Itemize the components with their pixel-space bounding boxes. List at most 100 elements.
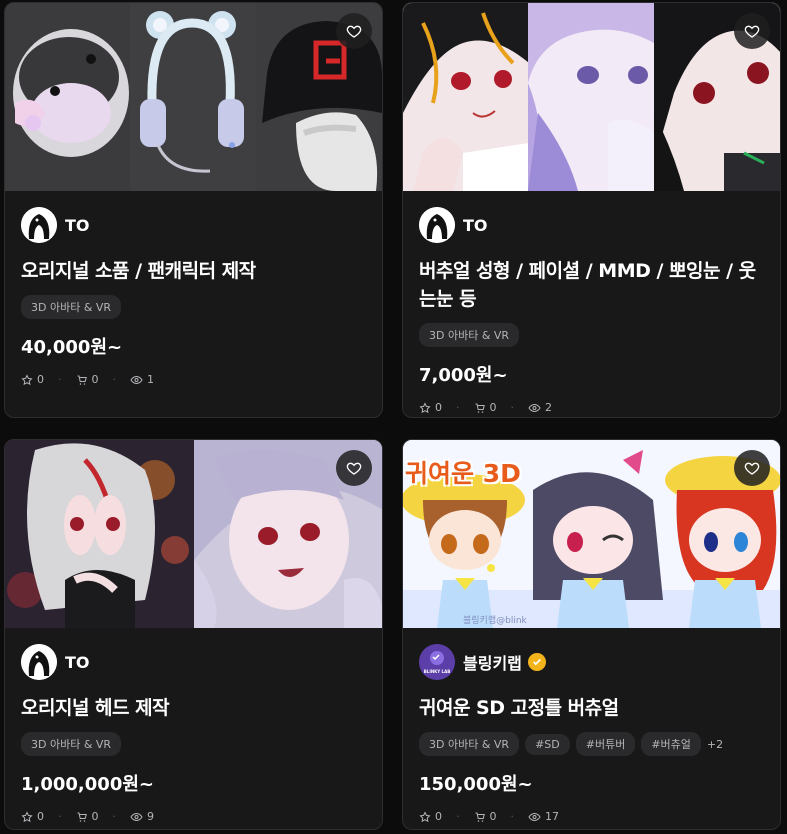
favorite-button[interactable]: [734, 450, 770, 486]
more-tags-count[interactable]: +2: [707, 738, 723, 751]
thumbnail-anime-black-hair: [403, 3, 529, 191]
category-tag[interactable]: 3D 아바타 & VR: [419, 732, 520, 756]
product-thumbnail[interactable]: 귀여운 3D 블링키랩@blink: [403, 440, 780, 628]
tag-list: 3D 아바타 & VR: [21, 732, 366, 756]
thumbnail-ghost-plush: [5, 3, 131, 191]
likes-count: 0: [37, 810, 44, 823]
penguin-logo-icon: [419, 207, 455, 243]
views-stat: 9: [130, 810, 154, 823]
cart-count: 0: [91, 373, 99, 386]
cart-stat: 0: [76, 810, 99, 823]
cart-stat: 0: [474, 810, 497, 823]
likes-count: 0: [37, 373, 44, 386]
likes-count: 0: [435, 810, 442, 823]
product-title[interactable]: 오리지널 소품 / 팬캐릭터 제작: [21, 257, 366, 285]
hashtag[interactable]: #SD: [525, 733, 570, 755]
product-card[interactable]: TO 오리지널 소품 / 팬캐릭터 제작 3D 아바타 & VR 40,000원…: [4, 2, 383, 418]
views-count: 1: [147, 373, 154, 386]
product-card[interactable]: TO 오리지널 헤드 제작 3D 아바타 & VR 1,000,000원~ 0 …: [4, 439, 383, 830]
cart-count: 0: [489, 810, 497, 823]
product-title[interactable]: 귀여운 SD 고정틀 버츄얼: [419, 694, 764, 722]
seller-info[interactable]: TO: [21, 644, 366, 680]
cart-stat: 0: [76, 373, 99, 386]
cart-icon: [77, 812, 87, 822]
category-tag[interactable]: 3D 아바타 & VR: [419, 323, 520, 347]
cart-count: 0: [91, 810, 99, 823]
hashtag[interactable]: #버튜버: [575, 732, 636, 756]
penguin-logo-icon: [21, 644, 57, 680]
tag-list: 3D 아바타 & VR #SD #버튜버 #버츄얼 +2: [419, 732, 764, 756]
star-icon: [21, 810, 33, 822]
product-title[interactable]: 오리지널 헤드 제작: [21, 694, 366, 722]
favorite-button[interactable]: [336, 450, 372, 486]
cart-icon: [475, 812, 485, 822]
thumbnail-bear-headphones: [130, 3, 256, 191]
product-stats: 0 · 0 · 17: [419, 810, 764, 823]
views-count: 2: [545, 401, 552, 414]
favorite-button[interactable]: [734, 13, 770, 49]
category-tag[interactable]: 3D 아바타 & VR: [21, 732, 122, 756]
seller-avatar[interactable]: BLINKY LAB: [419, 644, 455, 680]
views-count: 9: [147, 810, 154, 823]
star-icon: [419, 810, 431, 822]
seller-name[interactable]: 블링키랩: [463, 650, 522, 674]
cart-icon: [475, 403, 485, 413]
likes-stat: 0: [419, 401, 442, 414]
star-icon: [21, 373, 33, 385]
tag-list: 3D 아바타 & VR: [21, 295, 366, 319]
seller-name[interactable]: TO: [65, 653, 90, 672]
views-count: 17: [545, 810, 559, 823]
category-tag[interactable]: 3D 아바타 & VR: [21, 295, 122, 319]
heart-icon: [346, 25, 362, 38]
likes-stat: 0: [21, 373, 44, 386]
views-stat: 17: [528, 810, 559, 823]
blinky-lab-logo: [419, 644, 455, 680]
product-price: 7,000원~: [419, 365, 508, 386]
likes-count: 0: [435, 401, 442, 414]
verified-badge-icon: [527, 653, 546, 671]
heart-icon: [744, 462, 760, 475]
product-price: 1,000,000원~: [21, 774, 154, 795]
cart-stat: 0: [474, 401, 497, 414]
seller-avatar[interactable]: [21, 644, 57, 680]
cart-count: 0: [489, 401, 497, 414]
product-stats: 0 · 0 · 9: [21, 810, 366, 823]
product-stats: 0 · 0 · 1: [21, 373, 366, 386]
favorite-button[interactable]: [336, 13, 372, 49]
product-title[interactable]: 버추얼 성형 / 페이셜 / MMD / 뽀잉눈 / 웃는눈 등: [419, 257, 764, 313]
thumbnail-anime-silver-hair: [5, 440, 194, 628]
views-stat: 1: [130, 373, 154, 386]
thumbnail-anime-purple-hair: [528, 3, 654, 191]
seller-avatar[interactable]: [419, 207, 455, 243]
heart-icon: [744, 25, 760, 38]
product-thumbnail[interactable]: [5, 3, 382, 191]
product-thumbnail[interactable]: [403, 3, 780, 191]
hashtag[interactable]: #버츄얼: [641, 732, 701, 756]
product-stats: 0 · 0 · 2: [419, 401, 764, 414]
likes-stat: 0: [21, 810, 44, 823]
product-thumbnail[interactable]: [5, 440, 382, 628]
tag-list: 3D 아바타 & VR: [419, 323, 764, 347]
eye-icon: [130, 812, 143, 821]
seller-info[interactable]: BLINKY LAB 블링키랩: [419, 644, 764, 680]
likes-stat: 0: [419, 810, 442, 823]
thumbnail-watermark: 블링키랩@blink: [463, 616, 527, 626]
product-card[interactable]: 귀여운 3D 블링키랩@blink BLINKY LAB 블링키랩 귀여운 SD…: [402, 439, 781, 830]
eye-icon: [130, 375, 143, 384]
eye-icon: [528, 403, 541, 412]
seller-avatar[interactable]: [21, 207, 57, 243]
seller-info[interactable]: TO: [419, 207, 764, 243]
penguin-logo-icon: [21, 207, 57, 243]
star-icon: [419, 401, 431, 413]
seller-info[interactable]: TO: [21, 207, 366, 243]
eye-icon: [528, 812, 541, 821]
product-price: 150,000원~: [419, 774, 533, 795]
heart-icon: [346, 462, 362, 475]
blinky-lab-logo-text: BLINKY LAB: [423, 669, 451, 674]
seller-name[interactable]: TO: [65, 216, 90, 235]
product-price: 40,000원~: [21, 337, 123, 358]
thumbnail-banner-text: 귀여운 3D: [405, 459, 521, 488]
seller-name[interactable]: TO: [463, 216, 488, 235]
cart-icon: [77, 375, 87, 385]
product-card[interactable]: TO 버추얼 성형 / 페이셜 / MMD / 뽀잉눈 / 웃는눈 등 3D 아…: [402, 2, 781, 418]
